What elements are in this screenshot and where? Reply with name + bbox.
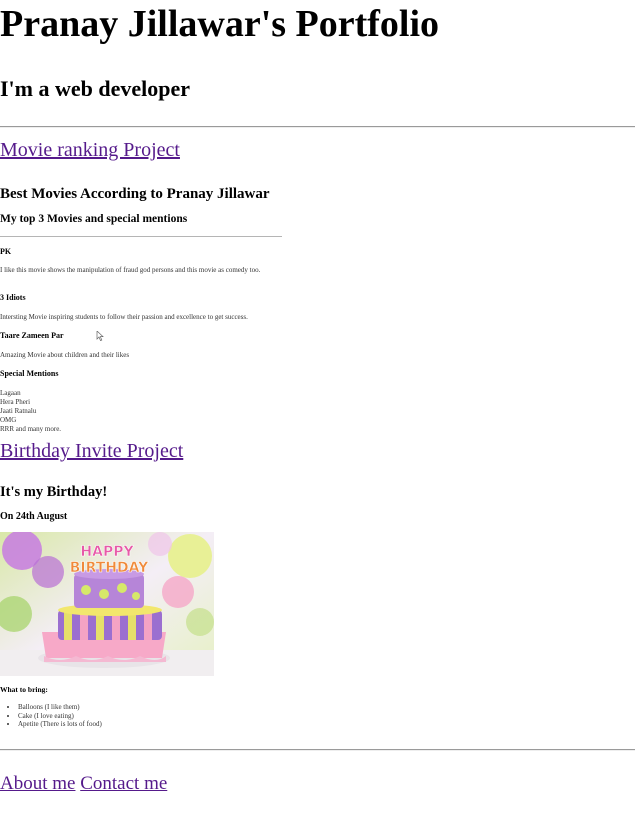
list-item: RRR and many more. — [0, 425, 62, 433]
movies-subtitle: My top 3 Movies and special mentions — [0, 213, 188, 225]
divider-top — [0, 126, 635, 128]
divider-bottom — [0, 749, 635, 751]
list-item: OMG — [0, 416, 17, 424]
movie-name-2: 3 Idiots — [0, 293, 26, 302]
movie-desc-3: Amazing Movie about children and their l… — [0, 351, 130, 359]
list-item: Cake (I love eating) — [18, 712, 102, 721]
movie-desc-2: Intersting Movie inspiring students to f… — [0, 313, 248, 321]
about-link[interactable]: About me — [0, 773, 75, 794]
svg-text:BIRTHDAY: BIRTHDAY — [70, 560, 149, 576]
list-item: Lagaan — [0, 389, 21, 397]
birthday-cake-image: HAPPY BIRTHDAY — [0, 532, 214, 676]
special-mentions-heading: Special Mentions — [0, 369, 59, 378]
movie-name-1: PK — [0, 247, 12, 256]
birthday-title: It's my Birthday! — [0, 484, 108, 500]
contact-link[interactable]: Contact me — [80, 773, 167, 794]
page-title: Pranay Jillawar's Portfolio — [0, 3, 440, 45]
list-item: Hera Pheri — [0, 398, 31, 406]
list-item: Jaati Ratnalu — [0, 407, 37, 415]
movies-divider — [0, 236, 282, 237]
birthday-project-link[interactable]: Birthday Invite Project — [0, 439, 183, 463]
bring-list: Balloons (I like them) Cake (I love eati… — [10, 703, 102, 729]
birthday-date: On 24th August — [0, 511, 68, 522]
special-mentions-list: Lagaan Hera Pheri Jaati Ratnalu OMG RRR … — [0, 389, 61, 434]
movie-desc-1: I like this movie shows the manipulation… — [0, 266, 261, 274]
page-subtitle: I'm a web developer — [0, 76, 191, 101]
movie-name-3: Taare Zameen Par — [0, 331, 64, 340]
list-item: Balloons (I like them) — [18, 703, 102, 712]
svg-text:HAPPY: HAPPY — [80, 544, 134, 560]
bring-heading: What to bring: — [0, 685, 48, 694]
movies-title: Best Movies According to Pranay Jillawar — [0, 186, 270, 202]
movie-project-link[interactable]: Movie ranking Project — [0, 138, 180, 162]
list-item: Apetite (There is lots of food) — [18, 720, 102, 729]
mouse-cursor-icon — [96, 331, 104, 341]
footer-nav: About me Contact me — [0, 772, 167, 796]
